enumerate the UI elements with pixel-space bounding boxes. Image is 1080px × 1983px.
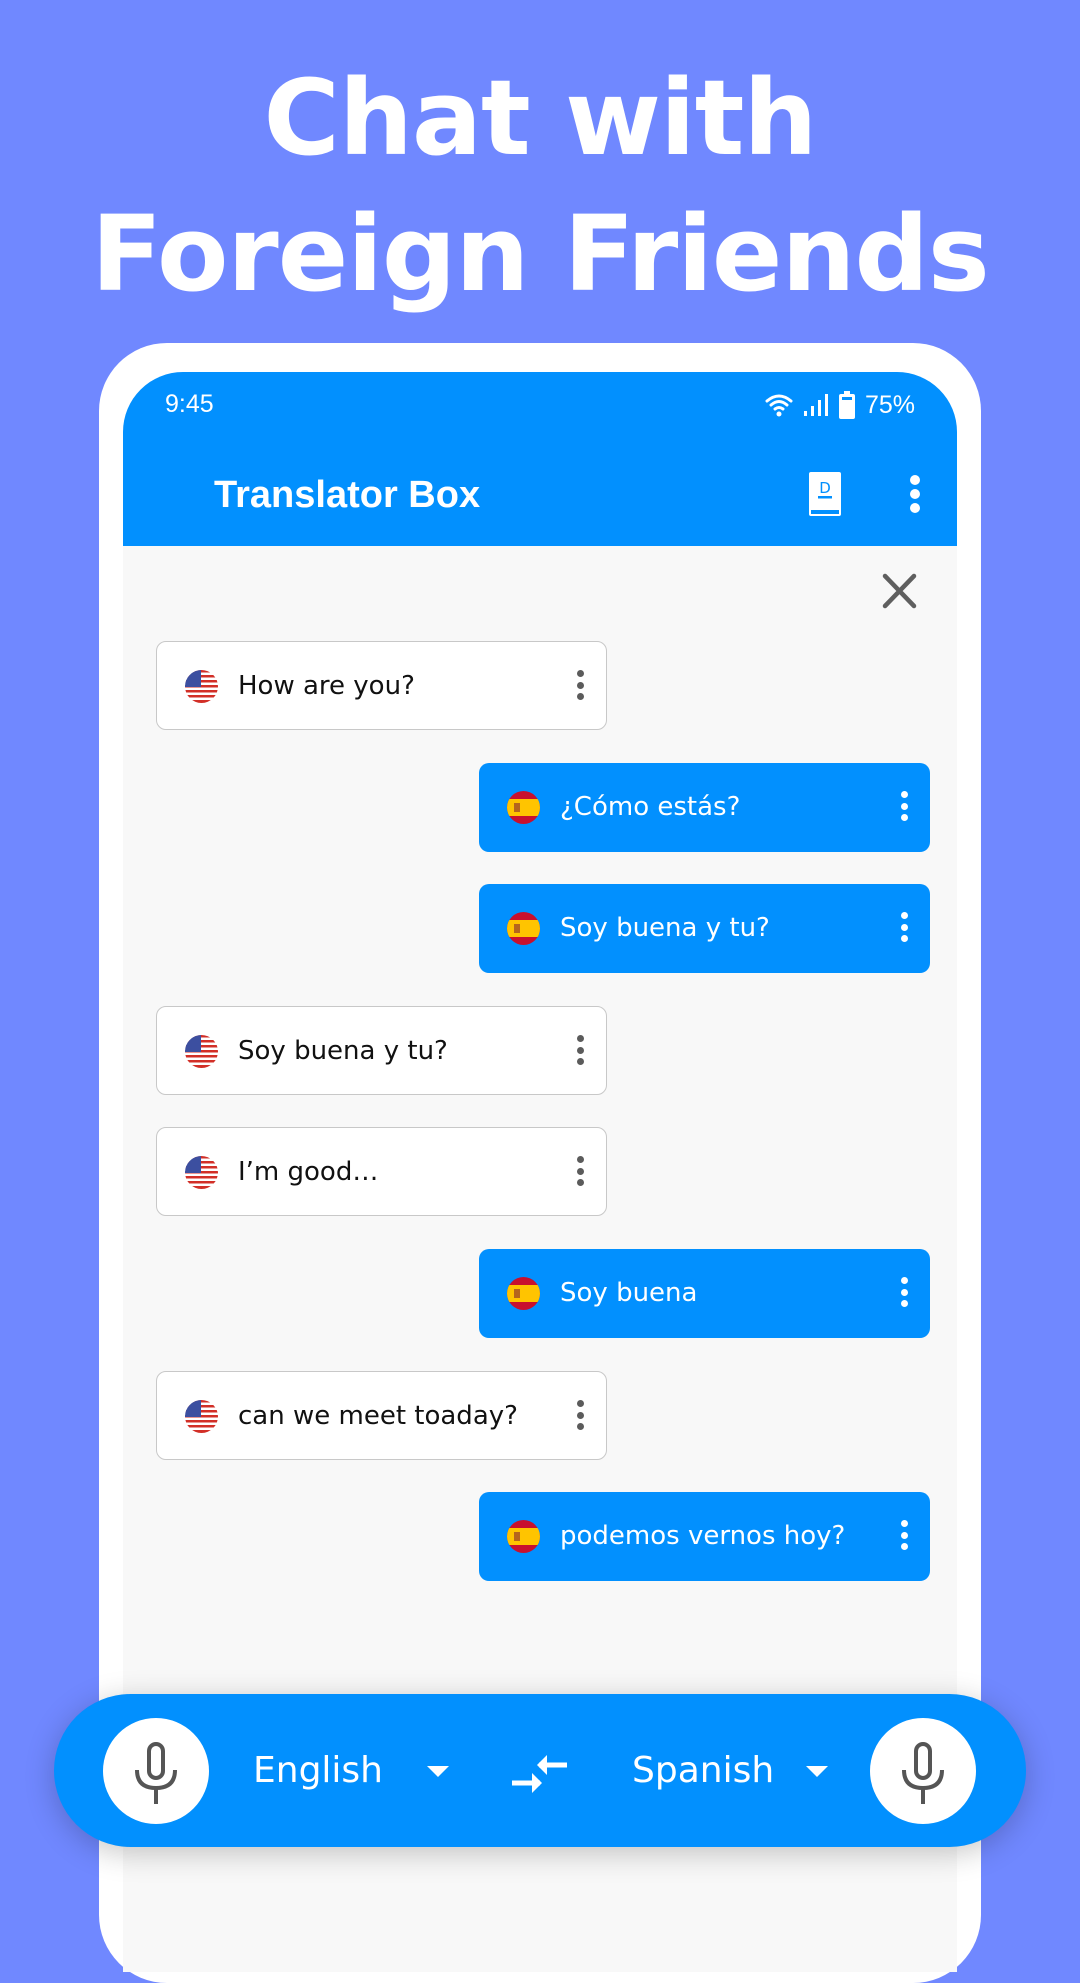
language-bar: English Spanish [54, 1694, 1026, 1847]
headline-line-2: Foreign Friends [91, 193, 990, 315]
spain-flag-icon [507, 912, 540, 945]
svg-text:D: D [819, 479, 831, 497]
source-message-bubble[interactable]: How are you? [156, 641, 607, 730]
swap-languages-button[interactable] [509, 1744, 571, 1796]
us-flag-icon [185, 1156, 218, 1189]
translated-message-bubble[interactable]: podemos vernos hoy? [479, 1492, 930, 1581]
message-more-options-icon[interactable] [898, 1277, 910, 1311]
swap-icon [512, 1755, 567, 1793]
wifi-icon [765, 394, 793, 417]
battery-icon [838, 391, 855, 419]
message-more-options-icon[interactable] [898, 1520, 910, 1554]
message-more-options-icon[interactable] [574, 1156, 586, 1190]
translated-message-bubble[interactable]: ¿Cómo estás? [479, 763, 930, 852]
spain-flag-icon [507, 791, 540, 824]
message-more-options-icon[interactable] [574, 1035, 586, 1069]
close-icon [882, 573, 917, 609]
target-mic-button[interactable] [870, 1718, 976, 1824]
more-vert-icon [910, 475, 920, 513]
mic-icon [135, 1742, 177, 1804]
source-message-bubble[interactable]: can we meet toaday? [156, 1371, 607, 1460]
translated-message-bubble[interactable]: Soy buena y tu? [479, 884, 930, 973]
message-text: can we meet toaday? [238, 1401, 518, 1431]
status-icons: 75% [765, 390, 915, 420]
us-flag-icon [185, 1035, 218, 1068]
message-text: Soy buena [560, 1278, 698, 1308]
promo-headline: Chat with Foreign Friends [0, 50, 1080, 322]
message-more-options-icon[interactable] [574, 1400, 586, 1434]
more-options-button[interactable] [909, 474, 921, 514]
message-text: How are you? [238, 671, 415, 701]
source-message-bubble[interactable]: I’m good… [156, 1127, 607, 1216]
signal-icon [803, 394, 828, 416]
source-mic-button[interactable] [103, 1718, 209, 1824]
source-language-select[interactable]: English [253, 1694, 383, 1847]
mic-icon [902, 1742, 944, 1804]
dictionary-button[interactable]: D [809, 472, 841, 516]
us-flag-icon [185, 670, 218, 703]
us-flag-icon [185, 1400, 218, 1433]
source-message-bubble[interactable]: Soy buena y tu? [156, 1006, 607, 1095]
message-more-options-icon[interactable] [574, 670, 586, 704]
spain-flag-icon [507, 1520, 540, 1553]
headline-line-1: Chat with [263, 57, 818, 179]
message-text: Soy buena y tu? [560, 913, 770, 943]
message-more-options-icon[interactable] [898, 791, 910, 825]
translated-message-bubble[interactable]: Soy buena [479, 1249, 930, 1338]
spain-flag-icon [507, 1277, 540, 1310]
status-time: 9:45 [165, 390, 214, 418]
target-language-select[interactable]: Spanish [632, 1694, 774, 1847]
source-language-dropdown-icon[interactable] [427, 1766, 449, 1777]
message-text: ¿Cómo estás? [560, 792, 741, 822]
app-title: Translator Box [214, 474, 481, 516]
message-text: Soy buena y tu? [238, 1036, 448, 1066]
target-language-dropdown-icon[interactable] [806, 1766, 828, 1777]
dictionary-icon: D [809, 472, 841, 516]
battery-percent: 75% [864, 390, 915, 419]
message-more-options-icon[interactable] [898, 912, 910, 946]
message-text: podemos vernos hoy? [560, 1521, 846, 1551]
app-bar: 9:45 75% Translator Box D [123, 372, 957, 546]
close-conversation-button[interactable] [882, 573, 917, 609]
message-text: I’m good… [238, 1157, 379, 1187]
